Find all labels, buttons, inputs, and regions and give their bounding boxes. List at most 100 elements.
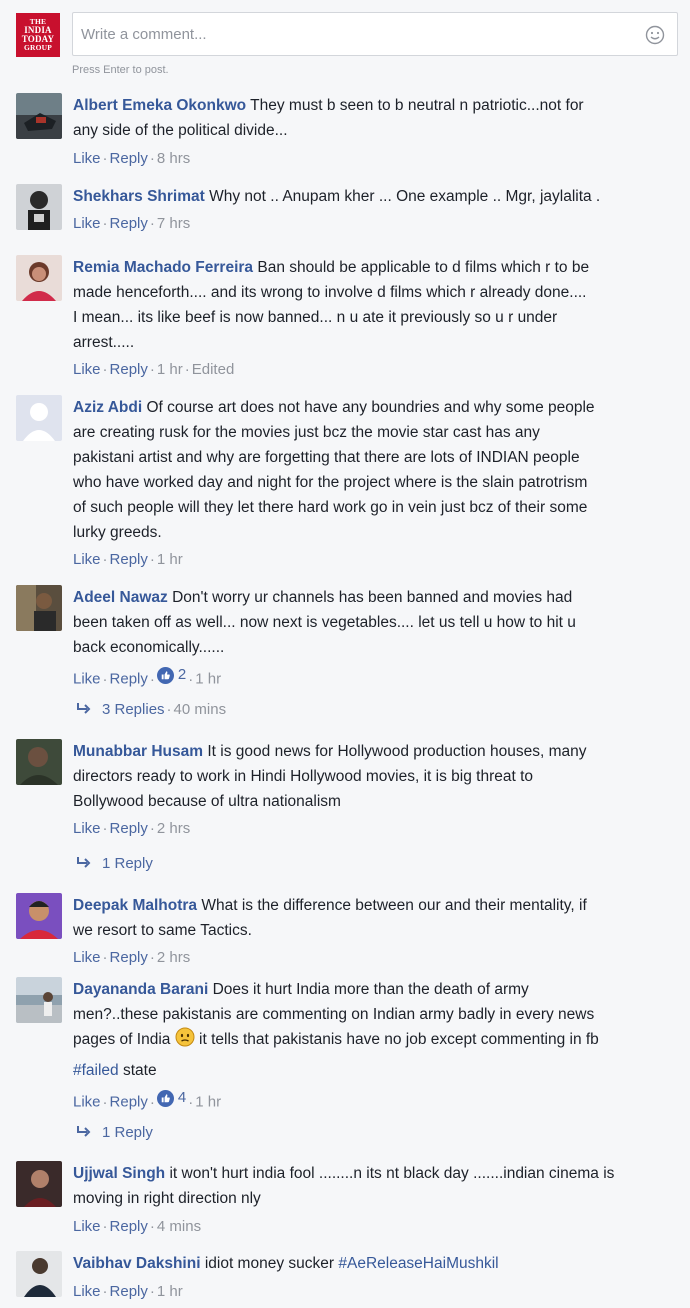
timestamp[interactable]: 4 mins — [157, 1218, 201, 1235]
avatar[interactable] — [16, 977, 62, 1023]
view-replies-link[interactable]: 1 Reply — [76, 854, 153, 874]
replies-count[interactable]: 3 Replies — [102, 701, 165, 718]
timestamp[interactable]: 2 hrs — [157, 949, 190, 966]
comment-box[interactable] — [72, 12, 678, 56]
comment-line: It is good news for Hollywood production… — [207, 743, 587, 760]
like-link[interactable]: Like — [73, 551, 101, 568]
comment-actions: Like · Reply · 1 hr — [73, 550, 183, 570]
comment-line: pages of India — [73, 1031, 171, 1048]
timestamp[interactable]: 1 hr — [195, 1094, 221, 1111]
avatar[interactable] — [16, 1161, 62, 1207]
separator: · — [102, 150, 108, 167]
avatar[interactable] — [16, 739, 62, 785]
separator: · — [188, 1093, 194, 1111]
comment-line: any side of the political divide... — [73, 122, 288, 139]
reply-link[interactable]: Reply — [110, 551, 148, 568]
comment-author[interactable]: Aziz Abdi — [73, 399, 142, 416]
post-hint: Press Enter to post. — [72, 64, 169, 76]
comment-text: Aziz Abdi Of course art does not have an… — [73, 395, 673, 545]
avatar[interactable] — [16, 255, 62, 301]
like-count[interactable]: 2 — [156, 665, 187, 685]
replies-count[interactable]: 1 Reply — [102, 855, 153, 872]
comment-author[interactable]: Dayananda Barani — [73, 981, 208, 998]
reply-link[interactable]: Reply — [110, 1283, 148, 1300]
reply-link[interactable]: Reply — [110, 215, 148, 232]
comment-author[interactable]: Vaibhav Dakshini — [73, 1255, 201, 1272]
like-badge-icon — [156, 666, 174, 684]
timestamp[interactable]: 2 hrs — [157, 820, 190, 837]
like-badge-icon — [156, 1089, 174, 1107]
comment-author[interactable]: Remia Machado Ferreira — [73, 259, 253, 276]
avatar[interactable] — [16, 1251, 62, 1297]
like-count-value: 2 — [177, 666, 187, 683]
view-replies-link[interactable]: 3 Replies · 40 mins — [76, 700, 226, 720]
view-replies-link[interactable]: 1 Reply — [76, 1123, 153, 1143]
hashtag-link[interactable]: #failed — [73, 1062, 119, 1079]
comment-text: Albert Emeka Okonkwo They must b seen to… — [73, 93, 673, 143]
avatar[interactable] — [16, 184, 62, 230]
like-link[interactable]: Like — [73, 1218, 101, 1235]
comment-composer: THE INDIA TODAY GROUP — [16, 11, 678, 61]
comment-text: Remia Machado Ferreira Ban should be app… — [73, 255, 673, 355]
avatar[interactable] — [16, 395, 62, 441]
like-count-value: 4 — [177, 1089, 187, 1106]
timestamp[interactable]: 1 hr — [157, 551, 183, 568]
comment-text: Munabbar Husam It is good news for Holly… — [73, 739, 673, 814]
edited-label[interactable]: Edited — [192, 361, 235, 378]
comment-author[interactable]: Munabbar Husam — [73, 743, 203, 760]
comment-line: Bollywood because of ultra nationalism — [73, 793, 341, 810]
like-link[interactable]: Like — [73, 820, 101, 837]
comment-text: Dayananda Barani Does it hurt India more… — [73, 977, 673, 1083]
timestamp[interactable]: 7 hrs — [157, 215, 190, 232]
replies-count[interactable]: 1 Reply — [102, 1124, 153, 1141]
reply-link[interactable]: Reply — [110, 671, 148, 688]
reply-link[interactable]: Reply — [110, 1218, 148, 1235]
comment-line: back economically...... — [73, 639, 225, 656]
like-link[interactable]: Like — [73, 949, 101, 966]
timestamp[interactable]: 1 hr — [157, 1283, 183, 1300]
separator: · — [102, 820, 108, 837]
avatar[interactable] — [16, 585, 62, 631]
like-link[interactable]: Like — [73, 150, 101, 167]
separator: · — [188, 670, 194, 688]
comment-line: moving in right direction nly — [73, 1190, 261, 1207]
reply-arrow-icon — [76, 700, 102, 720]
like-link[interactable]: Like — [73, 671, 101, 688]
separator: · — [102, 1283, 108, 1300]
comment-author[interactable]: Shekhars Shrimat — [73, 188, 205, 205]
reply-link[interactable]: Reply — [110, 361, 148, 378]
comment-actions: Like · Reply · 4 mins — [73, 1217, 201, 1237]
comment-actions: Like · Reply · 8 hrs — [73, 149, 190, 169]
timestamp[interactable]: 1 hr — [157, 361, 183, 378]
like-link[interactable]: Like — [73, 215, 101, 232]
reply-link[interactable]: Reply — [110, 949, 148, 966]
like-count[interactable]: 4 — [156, 1088, 187, 1108]
comment-line: we resort to same Tactics. — [73, 922, 252, 939]
like-link[interactable]: Like — [73, 1094, 101, 1111]
reply-link[interactable]: Reply — [110, 150, 148, 167]
timestamp[interactable]: 1 hr — [195, 671, 221, 688]
timestamp[interactable]: 8 hrs — [157, 150, 190, 167]
separator: · — [102, 1218, 108, 1235]
comment-actions: Like · Reply · 2 · 1 hr — [73, 665, 221, 690]
hashtag-link[interactable]: #AeReleaseHaiMushkil — [338, 1255, 498, 1272]
comment-line: What is the difference between our and t… — [201, 897, 587, 914]
separator: · — [149, 670, 155, 688]
separator: · — [102, 949, 108, 966]
avatar[interactable] — [16, 893, 62, 939]
reply-link[interactable]: Reply — [110, 820, 148, 837]
like-link[interactable]: Like — [73, 361, 101, 378]
reply-link[interactable]: Reply — [110, 1094, 148, 1111]
like-link[interactable]: Like — [73, 1283, 101, 1300]
separator: · — [149, 1218, 155, 1235]
comment-text: Vaibhav Dakshini idiot money sucker #AeR… — [73, 1251, 673, 1276]
avatar[interactable] — [16, 93, 62, 139]
comment-author[interactable]: Albert Emeka Okonkwo — [73, 97, 246, 114]
comment-author[interactable]: Deepak Malhotra — [73, 897, 197, 914]
comment-author[interactable]: Ujjwal Singh — [73, 1165, 165, 1182]
comment-author[interactable]: Adeel Nawaz — [73, 589, 168, 606]
separator: · — [184, 361, 190, 378]
separator: · — [102, 1093, 108, 1111]
smiley-icon[interactable] — [645, 25, 665, 45]
comment-input[interactable] — [81, 23, 631, 45]
